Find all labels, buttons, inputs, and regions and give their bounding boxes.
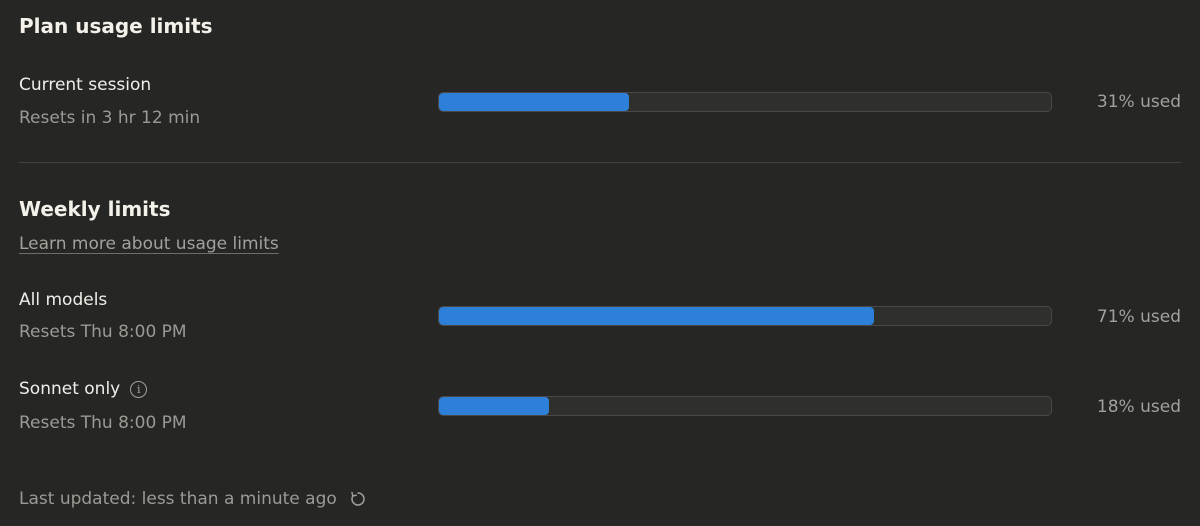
sonnet-only-used: 18% used — [1096, 397, 1181, 417]
current-session-used: 31% used — [1096, 92, 1181, 112]
all-models-used: 71% used — [1096, 307, 1181, 327]
last-updated: Last updated: less than a minute ago — [19, 489, 367, 509]
last-updated-text: Last updated: less than a minute ago — [19, 489, 337, 509]
current-session-label: Current session — [19, 75, 151, 95]
sonnet-only-progress-bar — [438, 396, 1052, 416]
refresh-icon[interactable] — [349, 490, 367, 508]
all-models-progress-fill — [439, 307, 874, 325]
all-models-resets: Resets Thu 8:00 PM — [19, 322, 187, 342]
current-session-label-text: Current session — [19, 75, 152, 95]
sonnet-only-label-text: Sonnet only — [19, 379, 121, 399]
all-models-label-text: All models — [19, 290, 108, 310]
all-models-progress-bar — [438, 306, 1052, 326]
current-session-progress-bar — [438, 92, 1052, 112]
weekly-limits-title: Weekly limits — [19, 197, 171, 221]
plan-usage-title: Plan usage limits — [19, 14, 213, 38]
learn-more-link[interactable]: Learn more about usage limits — [19, 234, 279, 254]
sonnet-only-progress-fill — [439, 397, 550, 415]
info-icon[interactable]: i — [130, 380, 148, 398]
section-divider — [19, 162, 1181, 163]
current-session-progress-fill — [439, 93, 629, 111]
current-session-resets: Resets in 3 hr 12 min — [19, 108, 201, 128]
all-models-label: All models — [19, 290, 107, 310]
sonnet-only-label: Sonnet only i — [19, 379, 148, 399]
sonnet-only-resets: Resets Thu 8:00 PM — [19, 413, 187, 433]
